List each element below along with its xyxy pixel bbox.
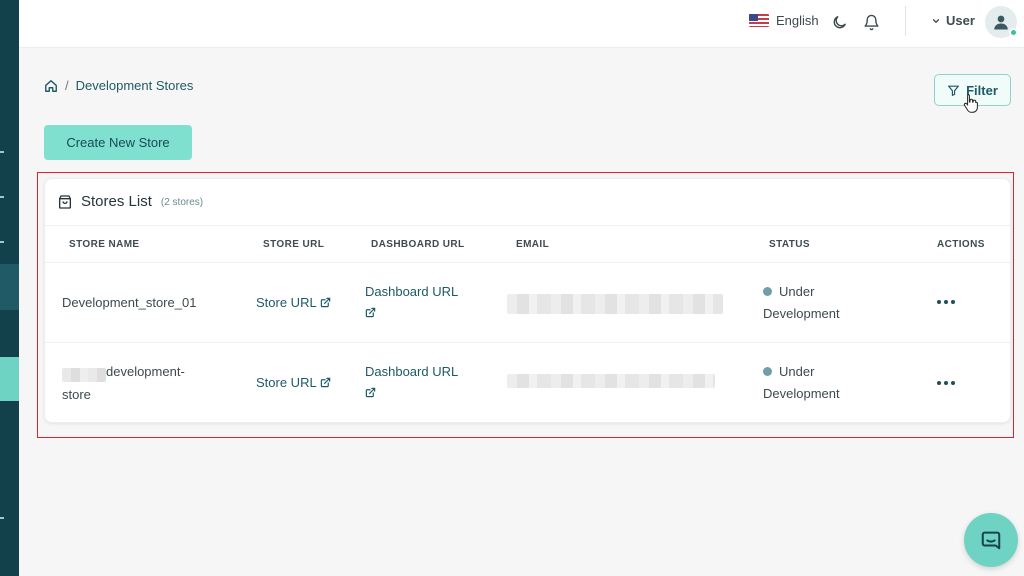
avatar[interactable]	[985, 6, 1018, 38]
create-new-store-button[interactable]: Create New Store	[44, 125, 192, 160]
sidebar	[0, 0, 19, 576]
sidebar-item-active[interactable]	[0, 264, 19, 310]
us-flag-icon	[749, 14, 769, 27]
breadcrumb-separator: /	[65, 78, 69, 93]
breadcrumb: / Development Stores	[44, 78, 193, 93]
sidebar-item-1[interactable]	[0, 151, 4, 153]
user-icon	[994, 15, 1008, 30]
sidebar-item-highlighted[interactable]	[0, 357, 19, 401]
top-bar: English User	[19, 0, 1024, 48]
moon-icon[interactable]	[829, 12, 849, 32]
hand-cursor-icon	[963, 94, 978, 113]
topbar-divider	[905, 6, 906, 36]
home-icon[interactable]	[44, 79, 58, 93]
breadcrumb-current: Development Stores	[75, 78, 194, 93]
bell-icon[interactable]	[861, 12, 881, 32]
language-label: English	[776, 13, 819, 28]
language-selector[interactable]: English	[749, 13, 819, 28]
sidebar-item-3[interactable]	[0, 241, 4, 243]
chevron-down-icon	[932, 18, 940, 23]
chat-widget-button[interactable]	[964, 513, 1018, 567]
sidebar-item-2[interactable]	[0, 196, 4, 198]
chat-icon	[981, 531, 1001, 550]
user-menu[interactable]: User	[931, 13, 975, 28]
user-label: User	[946, 13, 975, 28]
highlight-frame	[37, 172, 1014, 438]
online-status-icon	[1009, 28, 1018, 37]
sidebar-item-bottom[interactable]	[0, 517, 4, 519]
funnel-icon	[948, 85, 960, 96]
